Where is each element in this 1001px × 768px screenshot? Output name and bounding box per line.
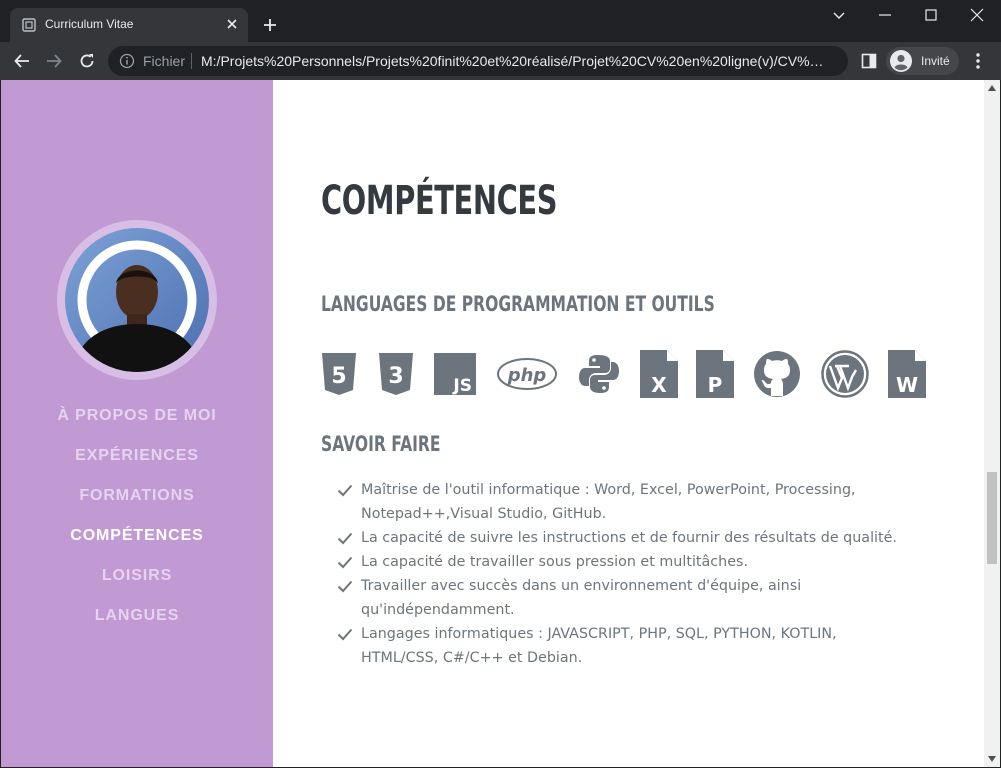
- scrollbar-thumb[interactable]: [987, 472, 997, 564]
- html5-icon: 5: [322, 353, 356, 395]
- tab-search-chevron-icon[interactable]: [831, 7, 847, 23]
- tool-icons-row: 5 3 JS php X P W: [321, 350, 941, 400]
- check-icon: [337, 580, 353, 593]
- more-menu-icon[interactable]: [970, 52, 986, 70]
- wordpress-icon: [821, 350, 869, 398]
- tab-title: Curriculum Vitae: [45, 17, 134, 31]
- powerpoint-file-icon-text: P: [708, 373, 723, 397]
- sidebar: À PROPOS DE MOI EXPÉRIENCES FORMATIONS C…: [1, 80, 273, 767]
- maximize-icon[interactable]: [923, 7, 939, 23]
- page-scrollbar[interactable]: [984, 80, 1000, 767]
- browser-toolbar: Fichier M:/Projets%20Personnels/Projets%…: [0, 42, 1001, 80]
- skill-item: Maîtrise de l'outil informatique : Word,…: [337, 478, 917, 526]
- skill-text: Langages informatiques : JAVASCRIPT, PHP…: [361, 626, 837, 666]
- skill-text: Travailler avec succès dans un environne…: [361, 578, 802, 618]
- javascript-icon: JS: [434, 353, 476, 396]
- skill-item: La capacité de travailler sous pression …: [337, 550, 917, 574]
- profile-avatar-icon: [890, 50, 912, 72]
- skill-text: La capacité de travailler sous pression …: [361, 554, 748, 570]
- browser-tab[interactable]: Curriculum Vitae: [10, 8, 248, 42]
- skill-text: Maîtrise de l'outil informatique : Word,…: [361, 482, 856, 522]
- scroll-up-arrow-icon[interactable]: [988, 85, 996, 91]
- excel-file-icon: X: [640, 350, 678, 398]
- back-arrow-icon[interactable]: [13, 52, 31, 70]
- nav-item-loisirs[interactable]: LOISIRS: [1, 556, 273, 596]
- skills-heading: SAVOIR FAIRE: [321, 432, 441, 456]
- url-scheme-label: Fichier: [143, 53, 186, 69]
- github-icon: [754, 351, 800, 397]
- skill-item: Travailler avec succès dans un environne…: [337, 574, 917, 622]
- new-tab-icon[interactable]: [262, 17, 278, 33]
- powerpoint-file-icon: P: [696, 350, 734, 398]
- skill-text: La capacité de suivre les instructions e…: [361, 530, 897, 546]
- skill-item: Langages informatiques : JAVASCRIPT, PHP…: [337, 622, 917, 670]
- scroll-down-arrow-icon[interactable]: [988, 756, 996, 762]
- css3-icon-text: 3: [388, 364, 403, 389]
- profile-label: Invité: [921, 54, 950, 68]
- profile-photo: [57, 220, 217, 380]
- profile-photo-inner: [65, 228, 209, 372]
- page-viewport: À PROPOS DE MOI EXPÉRIENCES FORMATIONS C…: [1, 80, 1000, 767]
- address-bar[interactable]: Fichier M:/Projets%20Personnels/Projets%…: [108, 46, 848, 76]
- php-icon-text: php: [507, 365, 547, 386]
- javascript-icon-text: JS: [452, 376, 472, 396]
- nav-item-experiences[interactable]: EXPÉRIENCES: [1, 436, 273, 476]
- skills-list: Maîtrise de l'outil informatique : Word,…: [337, 478, 917, 670]
- word-file-icon: W: [888, 350, 926, 398]
- close-tab-icon[interactable]: [224, 16, 240, 32]
- profile-button[interactable]: Invité: [886, 47, 959, 75]
- nav-item-competences[interactable]: COMPÉTENCES: [1, 516, 273, 556]
- php-icon: php: [497, 358, 557, 390]
- url-separator: [191, 53, 192, 69]
- section-title: COMPÉTENCES: [321, 178, 558, 224]
- word-file-icon-text: W: [896, 373, 918, 397]
- info-icon[interactable]: [119, 53, 135, 69]
- check-icon: [337, 628, 353, 641]
- html5-icon-text: 5: [331, 364, 346, 389]
- nav-item-formations[interactable]: FORMATIONS: [1, 476, 273, 516]
- side-panel-icon[interactable]: [861, 53, 877, 69]
- window-close-icon[interactable]: [969, 7, 985, 23]
- minimize-icon[interactable]: [877, 7, 893, 23]
- sidebar-nav: À PROPOS DE MOI EXPÉRIENCES FORMATIONS C…: [1, 396, 273, 636]
- tab-strip: Curriculum Vitae: [0, 0, 1001, 42]
- css3-icon: 3: [379, 353, 413, 395]
- tools-heading: LANGUAGES DE PROGRAMMATION ET OUTILS: [321, 292, 715, 316]
- reload-icon[interactable]: [78, 52, 96, 70]
- nav-item-langues[interactable]: LANGUES: [1, 596, 273, 636]
- skill-item: La capacité de suivre les instructions e…: [337, 526, 917, 550]
- nav-item-about[interactable]: À PROPOS DE MOI: [1, 396, 273, 436]
- check-icon: [337, 556, 353, 569]
- check-icon: [337, 532, 353, 545]
- url-text[interactable]: M:/Projets%20Personnels/Projets%20finit%…: [201, 53, 831, 69]
- person-photo-icon: [65, 228, 209, 372]
- check-icon: [337, 484, 353, 497]
- excel-file-icon-text: X: [651, 373, 667, 397]
- file-favicon-icon: [22, 18, 36, 32]
- python-icon: [579, 355, 619, 393]
- main-content: COMPÉTENCES LANGUAGES DE PROGRAMMATION E…: [321, 80, 961, 767]
- forward-arrow-icon[interactable]: [45, 52, 63, 70]
